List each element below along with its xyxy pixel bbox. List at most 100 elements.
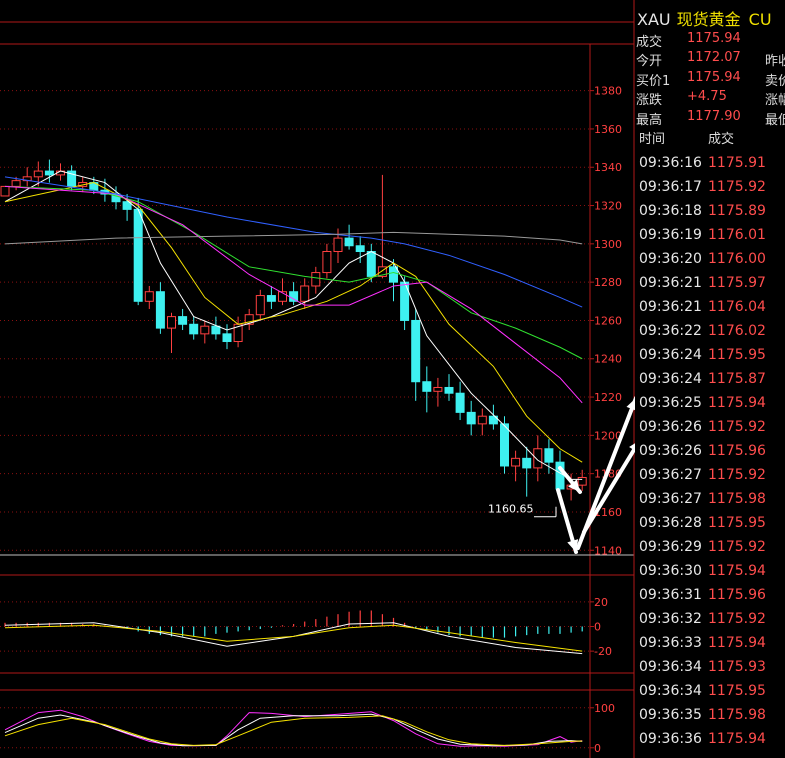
moving-average-line: [4, 185, 583, 360]
tick-time: 09:36:31: [639, 587, 702, 603]
candle-up: [577, 476, 587, 486]
tick-time: 09:36:27: [639, 491, 702, 507]
quote-panel: XAU 现货黄金 CU 成交 1175.94 今开 1172.07 昨收 买价1 1175.94…: [635, 0, 785, 758]
candle-down: [366, 251, 376, 277]
kdj:2-tick-label: 100: [594, 702, 615, 715]
tick-row: 09:36:27 1175.92: [635, 467, 785, 491]
candle-up: [433, 386, 443, 392]
tick-row: 09:36:19 1176.01: [635, 227, 785, 251]
quote-value: 1172.07: [687, 50, 741, 66]
symbol-suffix: CU: [748, 10, 772, 29]
kdj-line: [4, 713, 583, 747]
main:0-tick-label: 1340: [594, 161, 622, 174]
tick-price: 1175.95: [708, 347, 766, 363]
tick-time: 09:36:32: [639, 611, 702, 627]
tick-time: 09:36:16: [639, 155, 702, 171]
main:0-tick-label: 1260: [594, 314, 622, 327]
tick-price: 1176.01: [708, 227, 766, 243]
quote-label: 今开: [636, 54, 663, 70]
tick-row: 09:36:21 1175.97: [635, 275, 785, 299]
symbol-code: XAU: [637, 10, 671, 29]
tick-time: 09:36:29: [639, 539, 702, 555]
candle-up: [333, 237, 343, 253]
tick-price: 1175.89: [708, 203, 766, 219]
tick-row: 09:36:32 1175.92: [635, 611, 785, 635]
candle-up: [144, 291, 154, 302]
kdj:2-tick-label: 0: [594, 742, 601, 755]
tick-time: 09:36:21: [639, 299, 702, 315]
main:0-tick-label: 1380: [594, 85, 622, 98]
tick-price: 1175.96: [708, 443, 766, 459]
moving-average-line: [4, 231, 583, 245]
tick-time: 09:36:27: [639, 467, 702, 483]
macd:1-tick-label: 20: [594, 596, 608, 609]
candle-down: [289, 291, 299, 302]
tick-time: 09:36:35: [639, 707, 702, 723]
tick-price: 1175.95: [708, 515, 766, 531]
tick-row: 09:36:21 1176.04: [635, 299, 785, 323]
candle-down: [189, 323, 199, 335]
tick-row: 09:36:22 1176.02: [635, 323, 785, 347]
candle-down: [355, 245, 365, 253]
candle-up: [322, 251, 332, 274]
main:0-tick-label: 1300: [594, 238, 622, 251]
tick-time: 09:36:34: [639, 659, 702, 675]
quote-value: 1175.94: [687, 31, 741, 46]
tick-row: 09:36:31 1175.96: [635, 587, 785, 611]
tick-price: 1175.98: [708, 707, 766, 723]
tick-time: 09:36:34: [639, 683, 702, 699]
main:0-tick-label: 1220: [594, 391, 622, 404]
tick-price: 1175.92: [708, 419, 766, 435]
ticks-header-time: 时间: [639, 132, 666, 147]
quote-label: 成交: [636, 35, 663, 50]
tick-price: 1176.02: [708, 323, 766, 339]
macd:1-tick-label: -20: [594, 645, 612, 658]
candle-up: [533, 448, 543, 469]
tick-price: 1176.04: [708, 299, 766, 315]
candle-down: [522, 457, 532, 469]
tick-price: 1175.87: [708, 371, 766, 387]
main:0-tick-label: 1140: [594, 544, 622, 557]
tick-row: 09:36:16 1175.91: [635, 155, 785, 179]
main:0-tick-label: 1360: [594, 123, 622, 136]
tick-price: 1175.95: [708, 683, 766, 699]
candle-down: [178, 316, 188, 325]
candle-down: [44, 170, 54, 176]
quote-row: 涨跌 +4.75 涨幅: [635, 89, 785, 109]
tick-time: 09:36:36: [639, 731, 702, 747]
candle-up: [167, 316, 176, 329]
tick-time: 09:36:26: [639, 443, 702, 459]
tick-time: 09:36:26: [639, 419, 702, 435]
tick-row: 09:36:24 1175.95: [635, 347, 785, 371]
quote-value: 1175.94: [687, 69, 741, 85]
tick-row: 09:36:28 1175.95: [635, 515, 785, 539]
candle-down: [422, 381, 432, 392]
tick-price: 1176.00: [708, 251, 766, 267]
quote-row: 最高 1177.90 最低: [635, 109, 785, 129]
tick-time: 09:36:22: [639, 323, 702, 339]
candle-down: [500, 423, 509, 467]
candle-up: [511, 457, 521, 467]
quote-row: 买价1 1175.94 卖价: [635, 70, 785, 90]
quote-row: 成交 1175.94: [635, 31, 785, 51]
tick-time: 09:36:24: [639, 347, 702, 363]
tick-price: 1175.96: [708, 587, 766, 603]
tick-row: 09:36:26 1175.92: [635, 419, 785, 443]
tick-row: 09:36:30 1175.94: [635, 563, 785, 587]
candle-up: [311, 272, 321, 287]
quote-label: 买价1: [636, 73, 671, 89]
tick-row: 09:36:18 1175.89: [635, 203, 785, 227]
tick-price: 1175.94: [708, 563, 766, 579]
macd:1-tick-label: 0: [594, 621, 601, 634]
main:0-tick-label: 1280: [594, 276, 622, 289]
tick-price: 1175.92: [708, 179, 766, 195]
candle-down: [411, 319, 421, 383]
quote-label-secondary: 卖价: [765, 73, 785, 89]
candle-up: [0, 185, 10, 197]
quote-row: 今开 1172.07 昨收: [635, 50, 785, 70]
candle-down: [444, 386, 454, 394]
tick-row: 09:36:35 1175.98: [635, 707, 785, 731]
quote-value: +4.75: [687, 89, 727, 105]
quote-label: 最高: [636, 112, 663, 128]
tick-price: 1175.91: [708, 155, 766, 171]
